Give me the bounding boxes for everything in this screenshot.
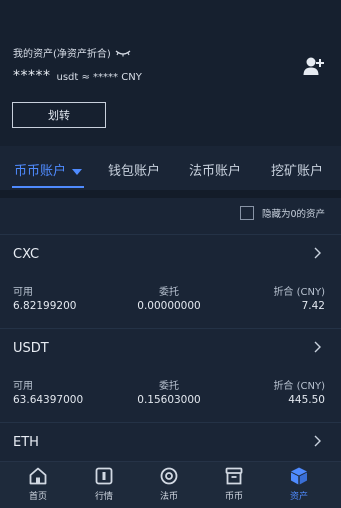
- available-value: 6.82199200: [13, 300, 77, 312]
- hide-zero-checkbox[interactable]: [239, 206, 254, 220]
- tab-spot-account-label: 币币账户: [14, 164, 67, 179]
- net-assets-title: 我的资产(净资产折合): [13, 45, 131, 60]
- assets-header: 我的资产(净资产折合) ***** usdt ≈ ***** CNY 划转: [0, 0, 341, 146]
- add-user-icon[interactable]: [303, 55, 325, 77]
- balance-equivalent: usdt ≈ ***** CNY: [56, 72, 142, 83]
- net-assets-values: ***** usdt ≈ ***** CNY: [13, 68, 142, 84]
- chevron-right-icon: [314, 341, 321, 353]
- account-tabs: 币币账户 钱包账户 法币账户 挖矿账户: [0, 146, 341, 190]
- assets-icon: [291, 467, 307, 485]
- masked-balance: *****: [13, 68, 51, 84]
- frozen-value: 0.00000000: [137, 300, 201, 312]
- equiv-label: 折合 (CNY): [273, 381, 325, 392]
- nav-fiat-label: 法币: [159, 492, 178, 502]
- market-icon: [95, 467, 113, 485]
- hide-zero-toggle[interactable]: 隐藏为0的资产: [239, 206, 325, 220]
- bottom-navigation: 首页 行情 法币 币币 资产: [0, 461, 341, 508]
- nav-home[interactable]: 首页: [13, 466, 63, 502]
- equiv-label: 折合 (CNY): [273, 287, 325, 298]
- asset-name: USDT: [13, 341, 49, 356]
- chevron-right-icon: [314, 435, 321, 447]
- equiv-value: 7.42: [301, 300, 325, 312]
- nav-exchange-label: 币币: [224, 492, 243, 502]
- frozen-label: 委托: [159, 287, 179, 298]
- nav-exchange[interactable]: 币币: [209, 466, 259, 502]
- net-assets-title-label: 我的资产(净资产折合): [13, 49, 111, 60]
- tab-mining-account[interactable]: 挖矿账户: [271, 160, 323, 179]
- nav-market-label: 行情: [94, 492, 113, 502]
- available-label: 可用: [13, 381, 33, 392]
- active-tab-indicator: [12, 186, 84, 188]
- tab-wallet-account[interactable]: 钱包账户: [108, 160, 160, 179]
- asset-row-cxc[interactable]: CXC 可用 委托 折合 (CNY) 6.82199200 0.00000000…: [0, 234, 341, 328]
- nav-assets-label: 资产: [289, 492, 308, 502]
- frozen-label: 委托: [159, 381, 179, 392]
- transfer-button[interactable]: 划转: [12, 102, 106, 128]
- asset-name: ETH: [13, 435, 39, 450]
- home-icon: [29, 467, 47, 485]
- chevron-right-icon: [314, 247, 321, 259]
- eye-closed-icon[interactable]: [115, 48, 131, 58]
- frozen-value: 0.15603000: [137, 394, 201, 406]
- nav-assets[interactable]: 资产: [274, 466, 324, 502]
- asset-name: CXC: [13, 247, 40, 262]
- available-value: 63.64397000: [13, 394, 84, 406]
- exchange-icon: [225, 467, 243, 485]
- tab-fiat-account[interactable]: 法币账户: [189, 160, 241, 179]
- nav-market[interactable]: 行情: [79, 466, 129, 502]
- caret-down-icon: [72, 168, 83, 175]
- hide-zero-label: 隐藏为0的资产: [261, 209, 325, 220]
- section-divider: [0, 190, 341, 198]
- fiat-icon: [160, 467, 178, 485]
- asset-row-usdt[interactable]: USDT 可用 委托 折合 (CNY) 63.64397000 0.156030…: [0, 328, 341, 422]
- tab-spot-account[interactable]: 币币账户: [14, 160, 83, 179]
- equiv-value: 445.50: [288, 394, 325, 406]
- available-label: 可用: [13, 287, 33, 298]
- nav-fiat[interactable]: 法币: [144, 466, 194, 502]
- nav-home-label: 首页: [28, 492, 47, 502]
- asset-list: 隐藏为0的资产 CXC 可用 委托 折合 (CNY) 6.82199200 0.…: [0, 198, 341, 461]
